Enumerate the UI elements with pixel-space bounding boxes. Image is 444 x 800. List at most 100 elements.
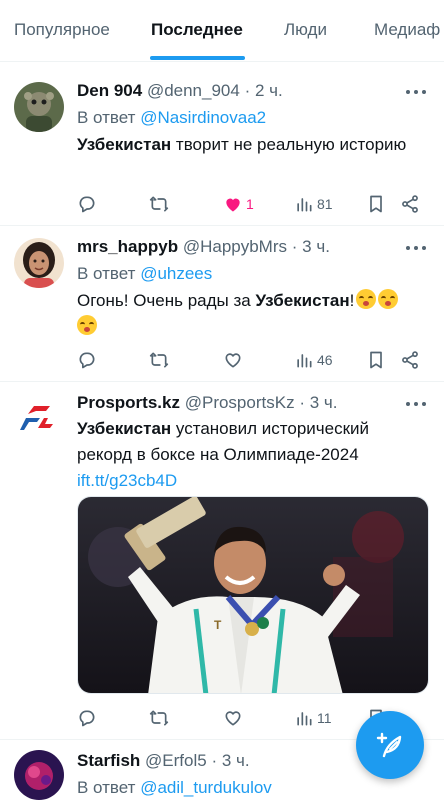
- tab-latest[interactable]: Последнее: [151, 20, 243, 40]
- timeline-tabs: Популярное Последнее Люди Медиаф: [0, 0, 444, 62]
- reply-to-handle[interactable]: @Nasirdinovaa2: [140, 108, 266, 127]
- share-button[interactable]: [400, 348, 420, 372]
- reply-button[interactable]: [77, 348, 97, 372]
- kissing-face-emoji: [77, 315, 97, 335]
- views-button[interactable]: 46: [294, 348, 333, 372]
- views-icon: [297, 354, 312, 368]
- avatar[interactable]: [14, 394, 64, 444]
- tweet-header: Starfish @Erfol5 · 3 ч.: [77, 750, 250, 772]
- kissing-face-emoji: [378, 289, 399, 309]
- author-name[interactable]: Den 904: [77, 81, 142, 100]
- views-button[interactable]: 81: [294, 192, 333, 216]
- bookmark-icon: [370, 351, 382, 369]
- like-button[interactable]: [223, 348, 243, 372]
- share-button[interactable]: [400, 192, 420, 216]
- views-icon: [297, 712, 312, 726]
- tweet-text: Узбекистан установил исторический рекорд…: [77, 416, 427, 494]
- avatar[interactable]: [14, 82, 64, 132]
- reply-prefix: В ответ: [77, 778, 136, 797]
- author-handle[interactable]: @ProsportsKz: [185, 393, 295, 412]
- tab-media[interactable]: Медиаф: [374, 20, 440, 40]
- view-count: 11: [317, 710, 332, 726]
- tweet-header: Den 904 @denn_904 · 2 ч.: [77, 80, 283, 102]
- tweet-header: Prosports.kz @ProsportsKz · 3 ч.: [77, 392, 337, 414]
- tweet-text: Огонь! Очень рады за Узбекистан!: [77, 288, 427, 340]
- reply-context: В ответ @adil_turdukulov: [77, 777, 272, 799]
- text-start: Огонь! Очень рады за: [77, 291, 256, 310]
- tweet-text: Узбекистан творит не реальную историю: [77, 132, 427, 158]
- reply-icon: [79, 352, 95, 369]
- tab-people[interactable]: Люди: [284, 20, 327, 40]
- retweet-icon: [149, 352, 169, 368]
- separator-dot: ·: [299, 393, 305, 412]
- like-button[interactable]: 1: [223, 192, 254, 216]
- views-icon: [297, 198, 312, 212]
- text-bold: Узбекистан: [77, 135, 172, 154]
- active-tab-indicator: [150, 56, 245, 60]
- share-icon: [402, 195, 418, 213]
- retweet-icon: [149, 196, 169, 212]
- retweet-button[interactable]: [149, 192, 169, 216]
- more-options-icon[interactable]: [406, 82, 428, 100]
- views-button[interactable]: 11: [294, 706, 332, 730]
- bookmark-icon: [370, 195, 382, 213]
- tweet-media-image[interactable]: T: [77, 496, 429, 694]
- tweet-actions: 46: [77, 348, 422, 372]
- text-rest: творит не реальную историю: [171, 135, 407, 154]
- view-count: 81: [317, 196, 333, 212]
- text-bold: Узбекистан: [77, 419, 172, 438]
- author-handle[interactable]: @Erfol5: [145, 751, 207, 770]
- separator-dot: ·: [244, 81, 251, 100]
- reply-to-handle[interactable]: @adil_turdukulov: [140, 778, 272, 797]
- reply-prefix: В ответ: [77, 108, 136, 127]
- tweet[interactable]: Den 904 @denn_904 · 2 ч. В ответ @Nasird…: [0, 70, 444, 226]
- retweet-icon: [149, 710, 169, 726]
- view-count: 46: [317, 352, 333, 368]
- tweet-time[interactable]: 3 ч.: [310, 393, 338, 412]
- reply-to-handle[interactable]: @uhzees: [140, 264, 212, 283]
- like-button[interactable]: [223, 706, 243, 730]
- reply-button[interactable]: [77, 192, 97, 216]
- heart-icon: [225, 353, 241, 368]
- heart-icon: [226, 198, 240, 212]
- tweet-time[interactable]: 3 ч.: [302, 237, 330, 256]
- avatar[interactable]: [14, 238, 64, 288]
- more-options-icon[interactable]: [406, 394, 428, 412]
- reply-prefix: В ответ: [77, 264, 136, 283]
- reply-context: В ответ @Nasirdinovaa2: [77, 107, 266, 129]
- boxer-photo: T: [78, 497, 428, 693]
- reply-button[interactable]: [77, 706, 97, 730]
- reply-context: В ответ @uhzees: [77, 263, 212, 285]
- kissing-face-emoji: [356, 289, 377, 309]
- avatar[interactable]: [14, 750, 64, 800]
- author-name[interactable]: Prosports.kz: [77, 393, 180, 412]
- compose-button[interactable]: [356, 711, 424, 779]
- heart-icon: [225, 711, 241, 726]
- tweet-header: mrs_happyb @HappybMrs · 3 ч.: [77, 236, 330, 258]
- text-end: !: [349, 291, 355, 310]
- separator-dot: ·: [291, 237, 298, 256]
- tab-popular[interactable]: Популярное: [14, 20, 110, 40]
- author-name[interactable]: mrs_happyb: [77, 237, 178, 256]
- bookmark-button[interactable]: [366, 348, 386, 372]
- svg-text:T: T: [214, 618, 222, 632]
- separator-dot: ·: [211, 751, 218, 770]
- author-name[interactable]: Starfish: [77, 751, 140, 770]
- like-count: 1: [246, 196, 254, 212]
- prosports-logo: [14, 394, 64, 444]
- bookmark-button[interactable]: [366, 192, 386, 216]
- tweet-time[interactable]: 2 ч.: [255, 81, 283, 100]
- author-handle[interactable]: @denn_904: [147, 81, 240, 100]
- tweet-actions: 1 81: [77, 192, 422, 216]
- more-options-icon[interactable]: [406, 238, 428, 256]
- tweet[interactable]: Prosports.kz @ProsportsKz · 3 ч. Узбекис…: [0, 382, 444, 740]
- share-icon: [402, 351, 418, 369]
- tweet-link[interactable]: ift.tt/g23cb4D: [77, 471, 177, 490]
- retweet-button[interactable]: [149, 348, 169, 372]
- author-handle[interactable]: @HappybMrs: [183, 237, 287, 256]
- tweet-time[interactable]: 3 ч.: [222, 751, 250, 770]
- retweet-button[interactable]: [149, 706, 169, 730]
- tweet[interactable]: mrs_happyb @HappybMrs · 3 ч. В ответ @uh…: [0, 226, 444, 382]
- compose-icon: [376, 732, 402, 758]
- reply-icon: [79, 710, 95, 727]
